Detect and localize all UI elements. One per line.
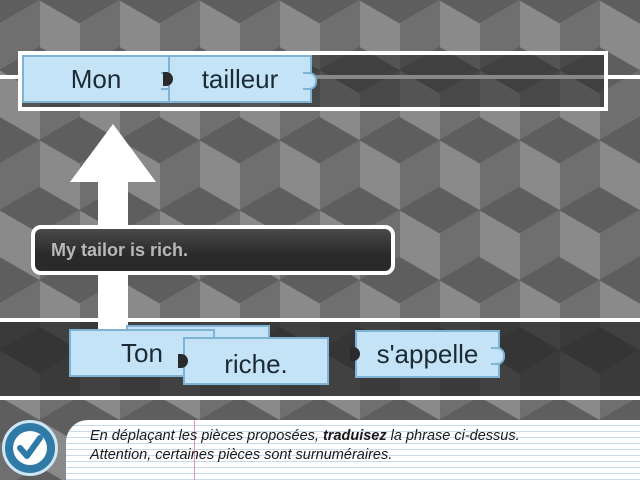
tray-piece-ton-label: Ton xyxy=(121,337,163,368)
answer-piece-1[interactable]: Mon xyxy=(22,55,175,103)
instructions-line-2: Attention, certaines pièces sont surnumé… xyxy=(90,447,393,463)
answer-piece-1-label: Mon xyxy=(70,63,122,94)
instructions-text-a: En déplaçant les pièces proposées, xyxy=(90,428,323,444)
instructions-text-bold: traduisez xyxy=(322,428,387,444)
source-sentence-text: My tailor is rich. xyxy=(51,239,189,260)
answer-piece-2-label: tailleur xyxy=(201,63,279,94)
up-arrow-icon-head xyxy=(70,124,156,182)
source-sentence-box: My tailor is rich. xyxy=(31,225,395,275)
tray-piece-riche[interactable]: riche. xyxy=(178,337,329,385)
instructions-line-1: En déplaçant les pièces proposées, tradu… xyxy=(90,427,640,446)
tray-piece-sappelle-label: s'appelle xyxy=(376,338,479,369)
checkmark-icon xyxy=(13,431,47,465)
instructions-text-b: la phrase ci-dessus. xyxy=(386,428,520,444)
instructions-panel: En déplaçant les pièces proposées, tradu… xyxy=(66,420,640,480)
tray-piece-riche-label: riche. xyxy=(224,348,288,379)
tray-piece-sappelle[interactable]: s'appelle xyxy=(350,330,505,378)
footer-divider xyxy=(0,396,640,400)
check-button[interactable] xyxy=(2,420,58,476)
answer-piece-2[interactable]: tailleur xyxy=(163,55,317,103)
